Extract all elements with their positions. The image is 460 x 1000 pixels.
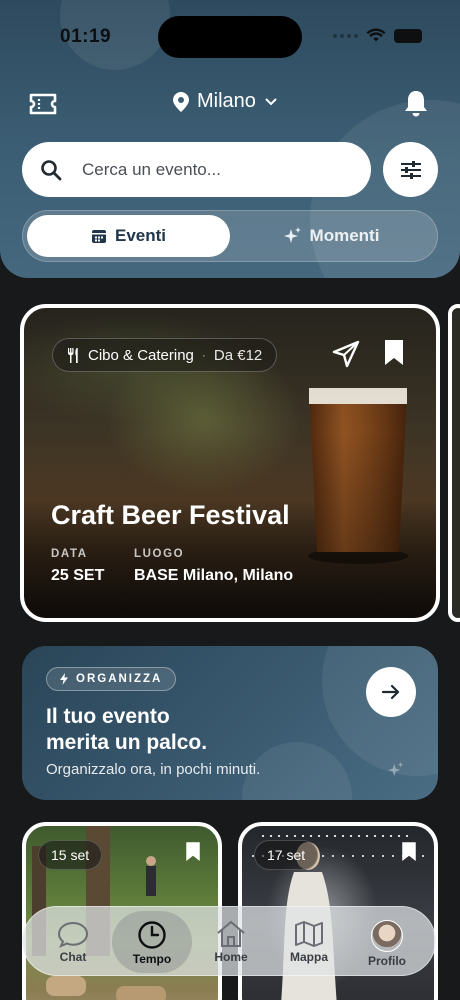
bolt-icon: [60, 673, 68, 685]
promo-arrow-button[interactable]: [366, 667, 416, 717]
map-icon: [295, 921, 323, 947]
tab-eventi-label: Eventi: [114, 226, 167, 245]
tab-home[interactable]: Home: [191, 911, 271, 973]
tab-tempo-label: Tempo: [132, 952, 172, 966]
tab-home-label: Home: [214, 950, 248, 964]
bookmark-icon[interactable]: [382, 338, 406, 368]
view-switcher: Eventi Momenti: [22, 210, 438, 262]
organize-banner[interactable]: ORGANIZZA Il tuo evento merita un palco.…: [22, 646, 438, 800]
arrow-right-icon: [382, 684, 400, 700]
location-selector[interactable]: Milano: [173, 90, 278, 113]
wifi-icon: [366, 28, 386, 42]
category-label: Cibo & Catering: [88, 346, 194, 364]
promo-title: Il tuo evento merita un palco.: [46, 704, 286, 756]
battery-icon: [394, 28, 422, 43]
event-date: DATA 25 SET: [51, 548, 104, 585]
date-value: 25 SET: [51, 567, 105, 584]
location-pin-icon: [173, 91, 189, 112]
chat-icon: [57, 921, 89, 948]
price-label: Da €12: [213, 346, 263, 364]
event-place: LUOGO BASE Milano, Milano: [134, 548, 293, 585]
next-featured-card[interactable]: [448, 304, 460, 622]
tab-mappa[interactable]: Mappa: [269, 911, 349, 973]
search-icon: [41, 159, 62, 180]
date-label: DATA: [51, 548, 88, 560]
ticket-icon[interactable]: [28, 90, 58, 118]
home-icon: [217, 920, 245, 947]
calendar-icon: [91, 230, 106, 243]
top-bar: Milano: [0, 86, 460, 122]
tab-eventi[interactable]: Eventi: [27, 215, 230, 257]
avatar: [371, 920, 403, 952]
bell-icon[interactable]: [402, 88, 430, 118]
bookmark-icon[interactable]: [400, 840, 418, 864]
tab-tempo[interactable]: Tempo: [112, 911, 192, 973]
bookmark-icon[interactable]: [184, 840, 202, 864]
header: 01:19 Milano Cerca un evento... Eventi M…: [0, 0, 460, 278]
place-label: LUOGO: [134, 548, 185, 560]
organize-tag: ORGANIZZA: [46, 667, 177, 691]
status-icons: [333, 28, 422, 43]
sparkles-icon: [283, 227, 301, 243]
tab-chat[interactable]: Chat: [33, 911, 113, 973]
status-bar: 01:19: [0, 0, 460, 72]
place-value: BASE Milano, Milano: [134, 567, 294, 584]
featured-event-card[interactable]: Cibo & Catering · Da €12 Craft Beer Fest…: [20, 304, 440, 622]
date-badge: 17 set: [254, 840, 319, 870]
promo-subtitle: Organizzalo ora, in pochi minuti.: [46, 761, 261, 778]
search-bar[interactable]: Cerca un evento...: [22, 142, 371, 197]
share-icon[interactable]: [332, 340, 360, 368]
sliders-icon: [400, 160, 421, 179]
promo-title-line1: Il tuo evento: [46, 705, 170, 728]
promo-title-line2: merita un palco.: [46, 731, 208, 754]
cutlery-icon: [68, 347, 78, 363]
search-input[interactable]: Cerca un evento...: [82, 160, 221, 180]
event-title: Craft Beer Festival: [51, 500, 290, 530]
bottom-tab-bar: Chat Tempo Home Mappa Profilo: [22, 906, 436, 976]
dynamic-island: [158, 16, 302, 58]
organize-tag-label: ORGANIZZA: [76, 673, 163, 685]
chevron-down-icon: [265, 97, 277, 105]
tab-profilo[interactable]: Profilo: [347, 911, 427, 973]
separator: ·: [201, 348, 206, 362]
clock-icon: [138, 921, 166, 949]
sparkles-icon: [388, 762, 404, 777]
tab-profilo-label: Profilo: [368, 954, 406, 968]
category-tag: Cibo & Catering · Da €12: [52, 338, 278, 372]
tab-momenti[interactable]: Momenti: [230, 215, 433, 257]
signal-icon: [333, 33, 358, 38]
tab-momenti-label: Momenti: [309, 226, 380, 245]
location-label: Milano: [197, 90, 256, 112]
filter-button[interactable]: [383, 142, 438, 197]
tab-mappa-label: Mappa: [289, 950, 328, 964]
date-badge: 15 set: [38, 840, 103, 870]
tab-chat-label: Chat: [59, 950, 87, 964]
status-time: 01:19: [60, 26, 112, 47]
